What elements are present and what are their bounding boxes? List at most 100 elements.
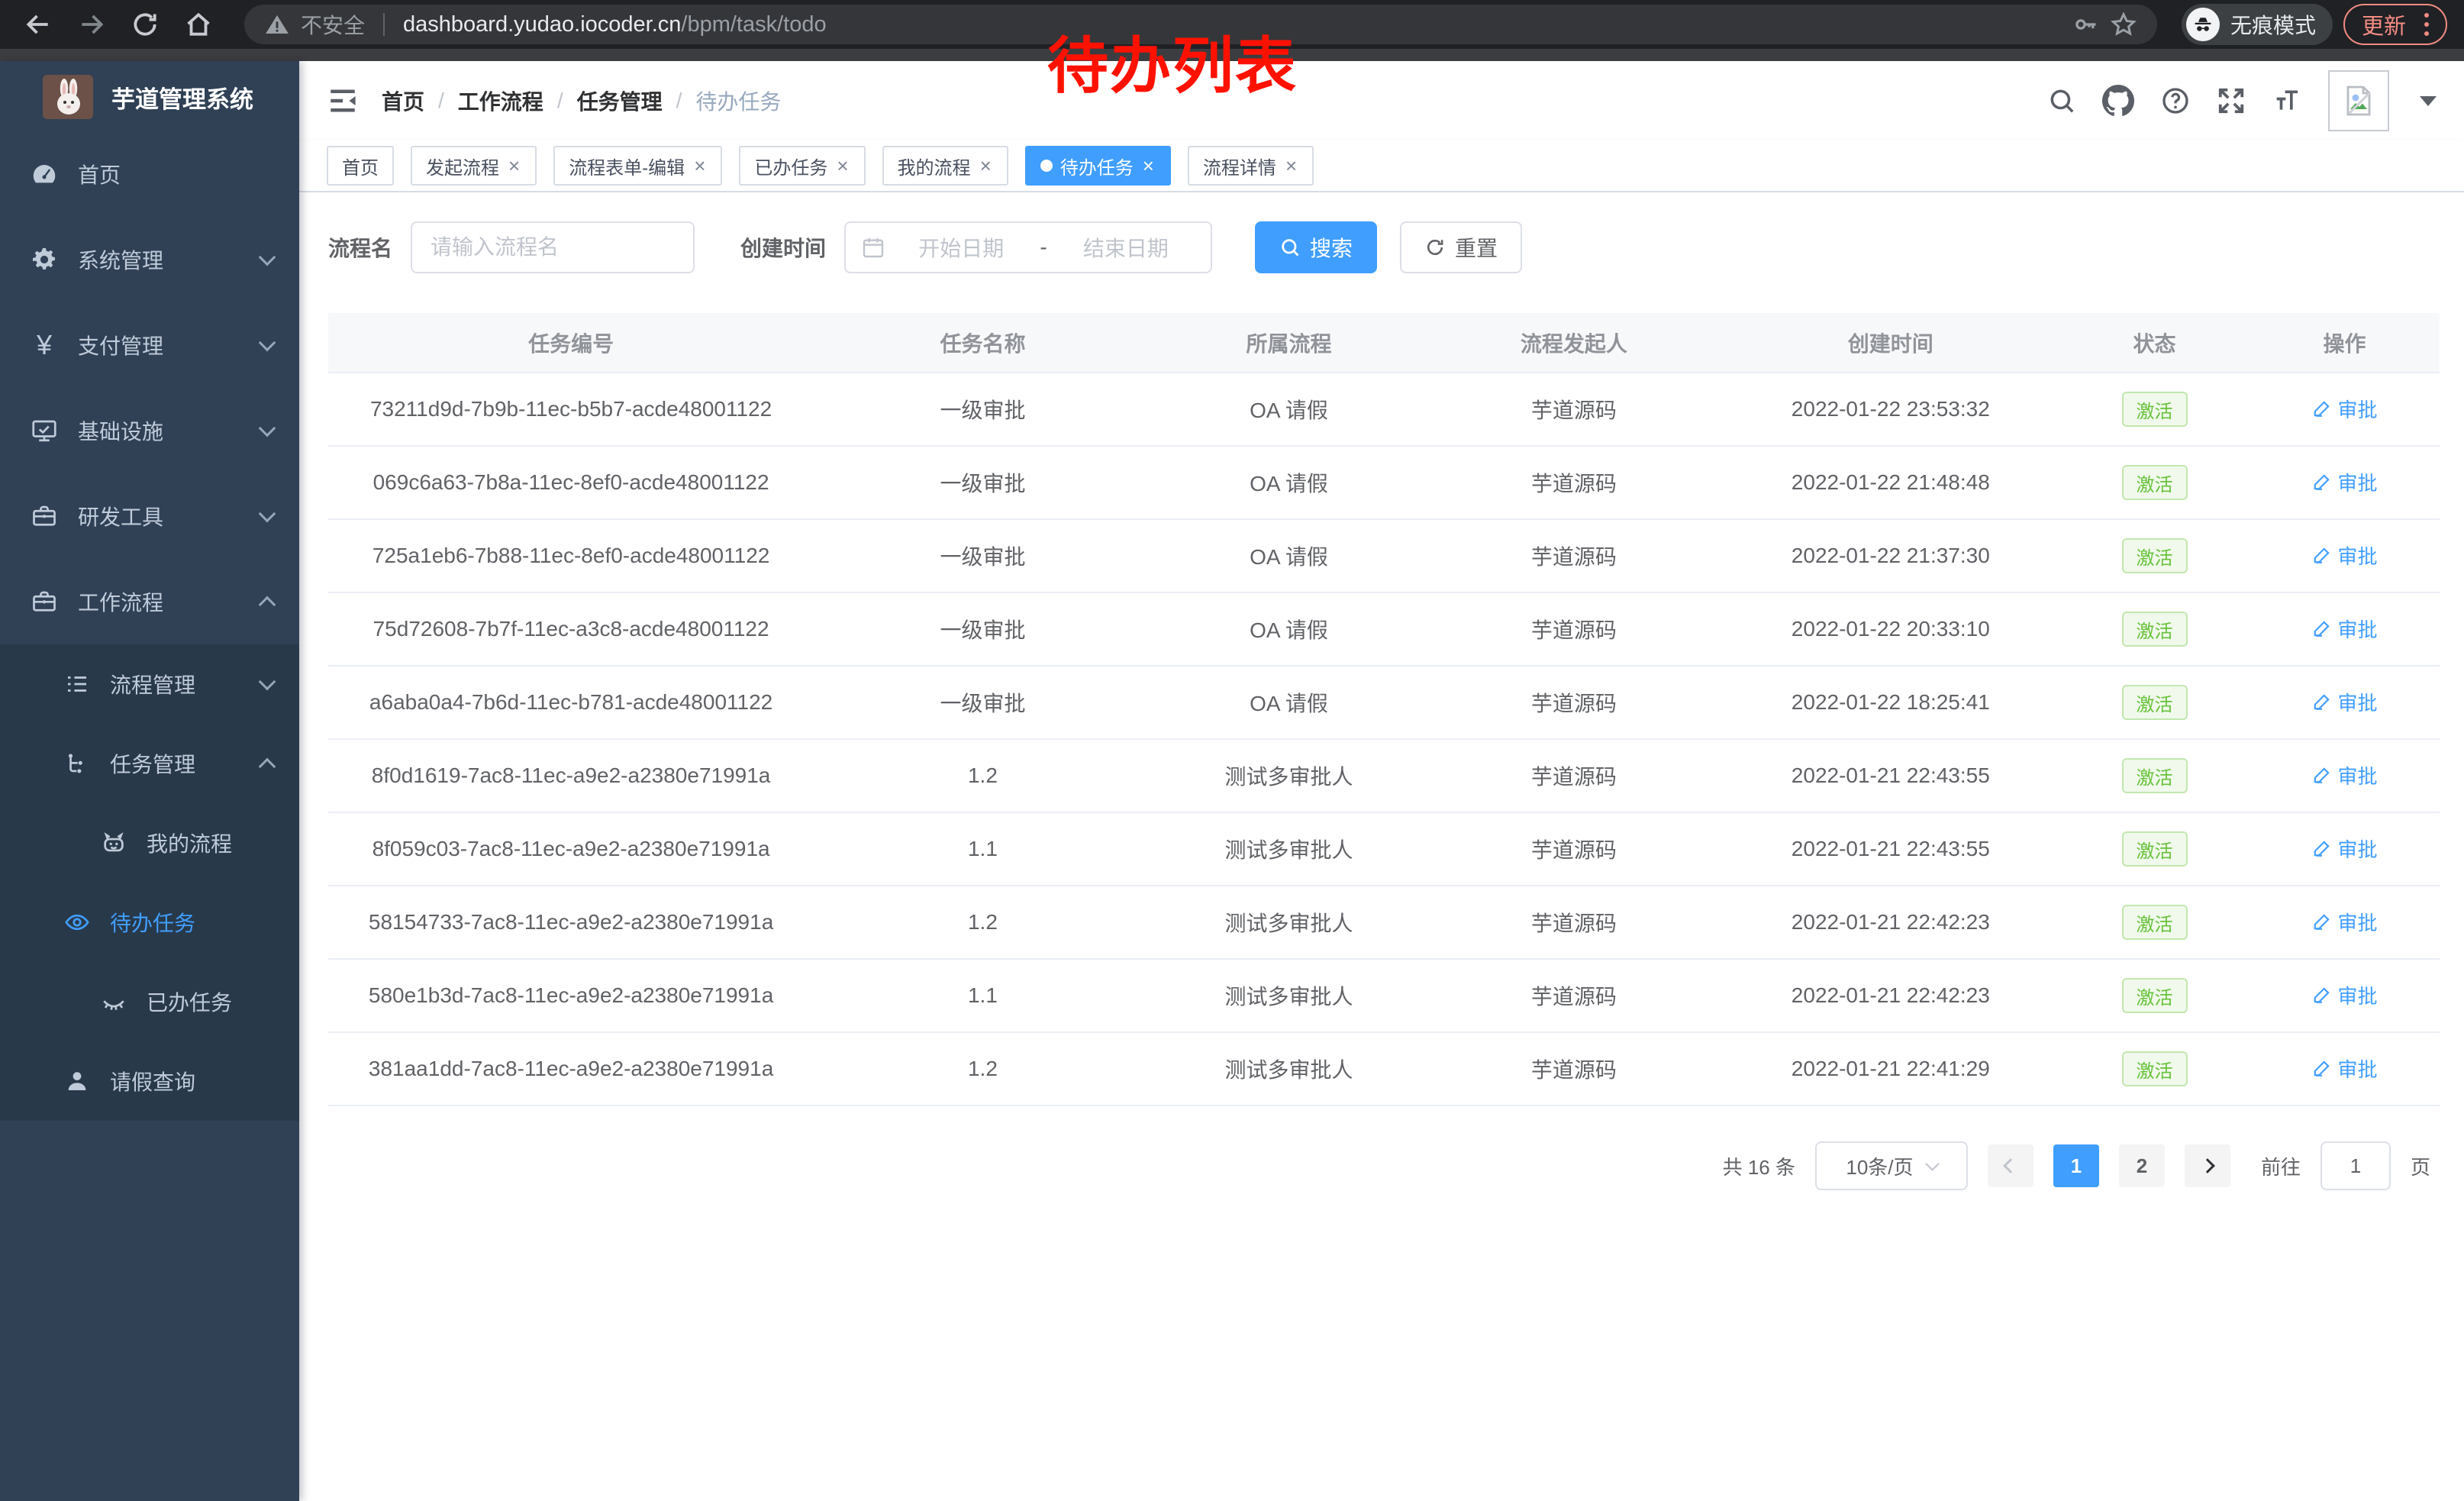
list-icon [64, 671, 90, 697]
status-badge: 激活 [2122, 685, 2188, 720]
incognito-badge: 无痕模式 [2182, 4, 2333, 45]
table-row: 8f0d1619-7ac8-11ec-a9e2-a2380e71991a1.2测… [328, 739, 2440, 812]
search-button[interactable]: 搜索 [1255, 221, 1377, 273]
breadcrumb-current: 待办任务 [695, 86, 781, 116]
key-icon[interactable] [2072, 11, 2099, 38]
browser-forward-icon[interactable] [70, 3, 113, 46]
dashboard-icon [31, 160, 58, 188]
bookmark-star-icon[interactable] [2110, 11, 2137, 38]
avatar[interactable] [2328, 70, 2389, 131]
approve-link[interactable]: 审批 [2312, 981, 2378, 1009]
approve-link[interactable]: 审批 [2312, 688, 2378, 716]
reset-button[interactable]: 重置 [1400, 221, 1522, 273]
github-icon[interactable] [2102, 85, 2134, 117]
breadcrumb-workflow[interactable]: 工作流程 [458, 86, 543, 116]
sidebar-item-workflow[interactable]: 工作流程 [0, 559, 299, 644]
browser-update-button[interactable]: 更新 [2343, 4, 2447, 45]
help-icon[interactable] [2160, 86, 2191, 116]
tab-process-detail[interactable]: 流程详情× [1188, 146, 1314, 186]
approve-link[interactable]: 审批 [2312, 468, 2378, 496]
tab-todo-tasks[interactable]: 待办任务× [1025, 146, 1171, 186]
workflow-submenu: 流程管理 任务管理 我的流程 待办任务 [0, 644, 299, 1121]
close-icon[interactable]: × [692, 156, 707, 176]
user-icon [64, 1068, 90, 1094]
close-icon[interactable]: × [835, 156, 850, 176]
tab-form-edit[interactable]: 流程表单-编辑× [553, 146, 722, 186]
approve-link[interactable]: 审批 [2312, 834, 2378, 863]
page-size-select[interactable]: 10条/页 [1815, 1141, 1968, 1190]
edit-icon [2312, 692, 2332, 712]
tab-home[interactable]: 首页 [327, 146, 394, 186]
sidebar-item-devtools[interactable]: 研发工具 [0, 473, 299, 559]
table-row: 58154733-7ac8-11ec-a9e2-a2380e71991a1.2测… [328, 886, 2440, 959]
robot-icon [101, 830, 127, 856]
sidebar-item-my-process[interactable]: 我的流程 [0, 803, 299, 883]
page-unit-label: 页 [2411, 1152, 2430, 1180]
tab-done-tasks[interactable]: 已办任务× [739, 146, 865, 186]
sidebar-item-payment[interactable]: ¥ 支付管理 [0, 302, 299, 388]
sidebar-item-leave-query[interactable]: 请假查询 [0, 1041, 299, 1121]
sidebar-item-home[interactable]: 首页 [0, 131, 299, 217]
close-icon[interactable]: × [1141, 156, 1156, 176]
col-status: 状态 [2059, 313, 2250, 373]
chevron-left-icon [2003, 1158, 2018, 1173]
sidebar-item-todo-tasks[interactable]: 待办任务 [0, 883, 299, 962]
tab-start-process[interactable]: 发起流程× [411, 146, 537, 186]
browser-reload-icon[interactable] [124, 3, 166, 46]
fullscreen-icon[interactable] [2217, 86, 2246, 115]
page-button-2[interactable]: 2 [2119, 1144, 2165, 1187]
pagination: 共 16 条 10条/页 1 2 前往 页 [328, 1141, 2440, 1190]
chevron-down-icon [1925, 1157, 1939, 1170]
approve-link[interactable]: 审批 [2312, 1054, 2378, 1083]
tags-bar: 首页 发起流程× 流程表单-编辑× 已办任务× 我的流程× 待办任务× 流程详情… [299, 140, 2464, 192]
briefcase-icon [31, 588, 58, 615]
sidebar-item-done-tasks[interactable]: 已办任务 [0, 962, 299, 1041]
prev-page-button[interactable] [1988, 1144, 2033, 1187]
approve-link[interactable]: 审批 [2312, 541, 2378, 570]
refresh-icon [1424, 237, 1446, 258]
sidebar-item-infra[interactable]: 基础设施 [0, 388, 299, 473]
annotation-overlay: 待办列表 [1047, 17, 1298, 105]
browser-home-icon[interactable] [177, 3, 220, 46]
approve-link[interactable]: 审批 [2312, 761, 2378, 789]
sidebar-item-system[interactable]: 系统管理 [0, 217, 299, 302]
avatar-caret-icon[interactable] [2420, 96, 2437, 106]
tab-my-process[interactable]: 我的流程× [882, 146, 1008, 186]
table-row: 069c6a63-7b8a-11ec-8ef0-acde48001122一级审批… [328, 446, 2440, 519]
create-time-label: 创建时间 [740, 232, 826, 263]
security-label: 不安全 [301, 9, 365, 40]
table-row: a6aba0a4-7b6d-11ec-b781-acde48001122一级审批… [328, 666, 2440, 739]
app-logo-row[interactable]: 芋道管理系统 [0, 61, 299, 125]
approve-link[interactable]: 审批 [2312, 908, 2378, 936]
goto-page-input[interactable] [2320, 1141, 2391, 1190]
approve-link[interactable]: 审批 [2312, 615, 2378, 643]
browser-menu-icon[interactable] [2418, 13, 2435, 36]
approve-link[interactable]: 审批 [2312, 395, 2378, 423]
date-range-picker[interactable]: 开始日期 - 结束日期 [844, 221, 1212, 273]
browser-back-icon[interactable] [17, 3, 60, 46]
content: 流程名 创建时间 开始日期 - 结束日期 搜索 [299, 192, 2464, 1501]
close-icon[interactable]: × [1284, 156, 1298, 176]
table-header-row: 任务编号 任务名称 所属流程 流程发起人 创建时间 状态 操作 [328, 313, 2440, 373]
search-icon[interactable] [2047, 86, 2076, 115]
sidebar: 芋道管理系统 首页 系统管理 ¥ 支付管理 [0, 61, 299, 1501]
sidebar-item-process-mgmt[interactable]: 流程管理 [0, 644, 299, 724]
total-count: 共 16 条 [1723, 1152, 1795, 1180]
warning-icon [264, 11, 290, 37]
next-page-button[interactable] [2185, 1144, 2230, 1187]
breadcrumb-task-mgmt[interactable]: 任务管理 [577, 86, 663, 116]
active-dot-icon [1040, 160, 1053, 172]
close-icon[interactable]: × [979, 156, 993, 176]
sidebar-collapse-icon[interactable] [327, 85, 359, 117]
font-size-icon[interactable] [2272, 86, 2302, 116]
page-button-1[interactable]: 1 [2053, 1144, 2099, 1187]
broken-image-icon [2340, 82, 2377, 119]
search-icon [1279, 237, 1301, 258]
chevron-down-icon [259, 673, 276, 691]
process-name-input[interactable] [411, 221, 695, 273]
breadcrumb-home[interactable]: 首页 [382, 86, 424, 116]
app-title: 芋道管理系统 [111, 80, 253, 115]
close-icon[interactable]: × [507, 156, 521, 176]
sidebar-item-task-mgmt[interactable]: 任务管理 [0, 724, 299, 803]
filter-form: 流程名 创建时间 开始日期 - 结束日期 搜索 [328, 221, 2440, 273]
